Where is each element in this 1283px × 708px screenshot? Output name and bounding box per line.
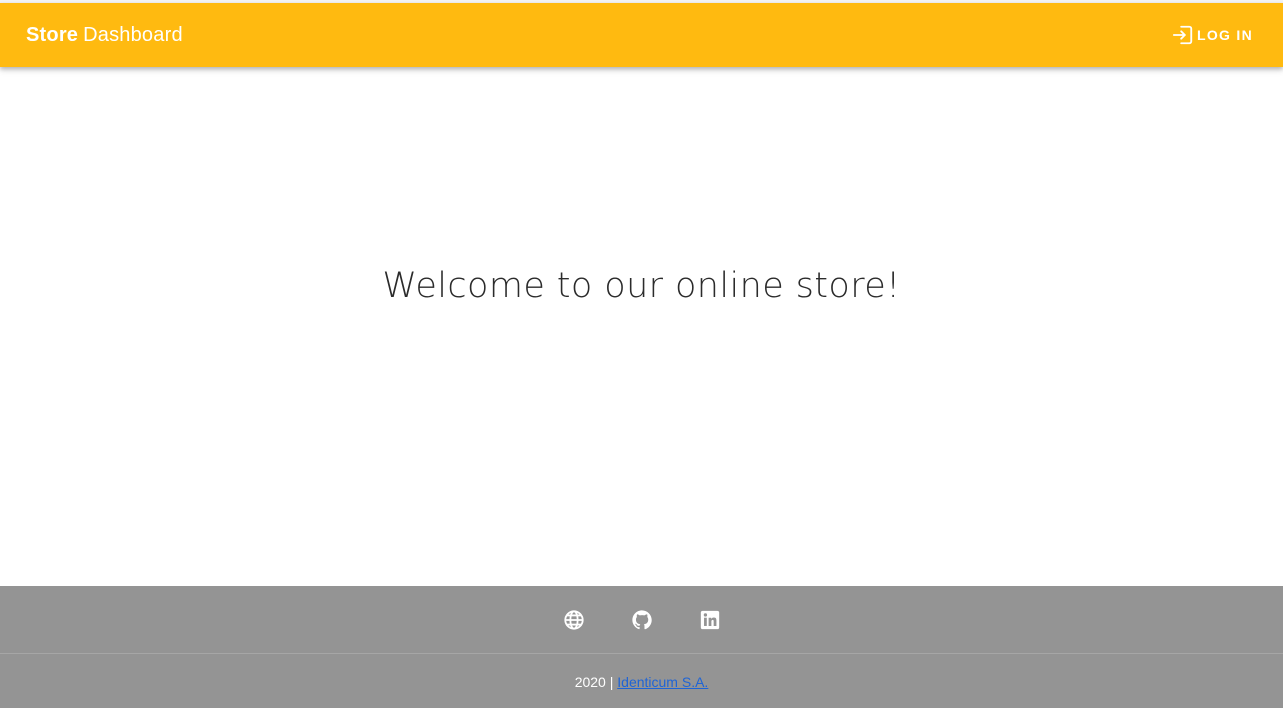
footer: 2020 | Identicum S.A. <box>0 586 1283 708</box>
copyright-year: 2020 <box>574 674 606 690</box>
main-content: Welcome to our online store! <box>0 67 1283 586</box>
brand-title[interactable]: Store Dashboard <box>26 24 183 47</box>
brand-subtitle: Dashboard <box>83 23 183 46</box>
brand-name: Store <box>26 23 79 46</box>
app-bar: Store Dashboard LOG IN <box>0 3 1283 67</box>
copyright-separator: | <box>609 674 614 690</box>
welcome-heading: Welcome to our online store! <box>382 266 901 306</box>
login-icon <box>1172 24 1194 46</box>
footer-copyright: 2020 | Identicum S.A. <box>0 674 1283 690</box>
login-button[interactable]: LOG IN <box>1172 24 1253 46</box>
login-label: LOG IN <box>1196 27 1253 43</box>
linkedin-icon[interactable] <box>699 609 721 631</box>
github-icon[interactable] <box>631 609 653 631</box>
company-link[interactable]: Identicum S.A. <box>617 674 708 690</box>
globe-icon[interactable] <box>563 609 585 631</box>
footer-social-links <box>0 586 1283 654</box>
